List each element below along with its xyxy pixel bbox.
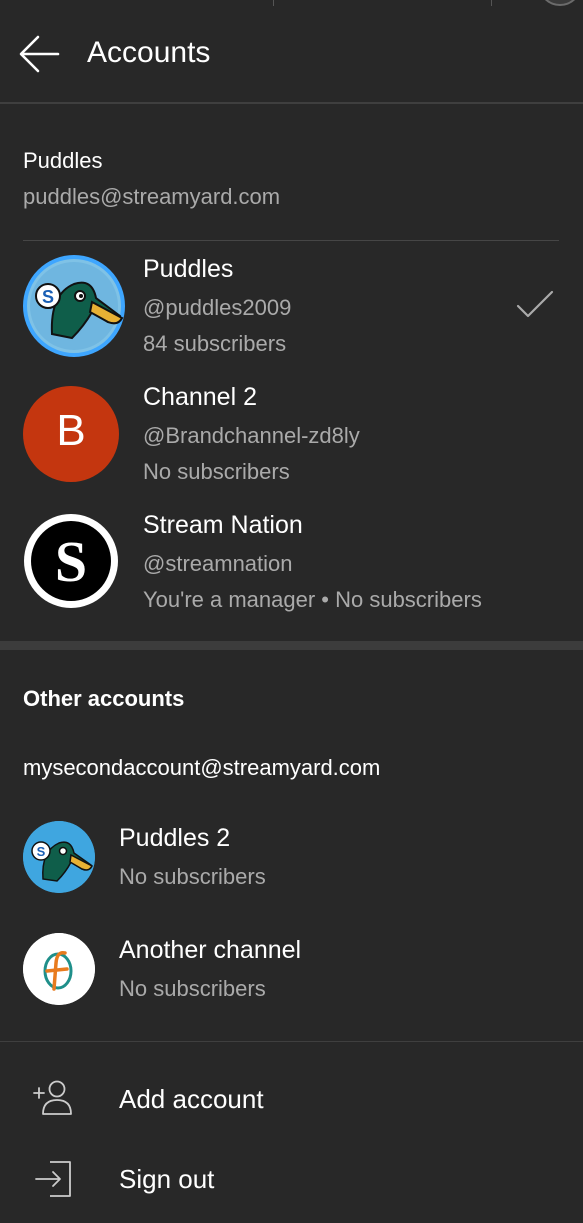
page-title: Accounts <box>87 36 211 69</box>
back-button[interactable] <box>18 34 60 74</box>
avatar-letter: B <box>56 406 86 455</box>
avatar: B <box>23 386 119 482</box>
channel-handle: @puddles2009 <box>143 295 292 320</box>
subscriber-count: No subscribers <box>119 864 266 889</box>
avatar: S <box>22 254 126 358</box>
subscriber-count: No subscribers <box>119 976 266 1001</box>
account-email: puddles@streamyard.com <box>23 184 281 209</box>
sign-out-button[interactable]: Sign out <box>0 1144 583 1214</box>
account-name: Puddles <box>23 148 103 173</box>
channel-name: Puddles <box>143 255 234 283</box>
add-person-icon <box>32 1078 76 1118</box>
avatar: S <box>23 821 95 893</box>
app-header: Accounts <box>0 0 583 104</box>
duck-logo-icon: S <box>23 255 125 357</box>
section-heading: Other accounts <box>23 686 185 711</box>
avatar: S <box>23 513 119 609</box>
section-divider <box>0 641 583 650</box>
channel-name: Another channel <box>119 936 302 964</box>
channel-item-puddles-2[interactable]: S Puddles 2 No subscribers <box>0 816 583 910</box>
arrow-left-icon <box>19 35 60 73</box>
add-account-button[interactable]: Add account <box>0 1064 583 1134</box>
channel-item-channel-2[interactable]: B Channel 2 @Brandchannel-zd8ly No subsc… <box>0 373 583 491</box>
channel-item-puddles[interactable]: S Puddles @puddles2009 84 subscribers <box>0 245 583 363</box>
divider <box>0 1041 583 1042</box>
checkmark-icon <box>516 290 554 320</box>
add-account-label: Add account <box>119 1084 264 1114</box>
svg-text:S: S <box>42 287 54 307</box>
sign-out-label: Sign out <box>119 1164 215 1194</box>
subscriber-count: You're a manager • No subscribers <box>143 587 482 612</box>
avatar-letter: S <box>55 529 87 594</box>
avatar <box>538 0 582 6</box>
channel-handle: @Brandchannel-zd8ly <box>143 423 360 448</box>
channel-item-stream-nation[interactable]: S Stream Nation @streamnation You're a m… <box>0 501 583 619</box>
divider <box>23 240 559 241</box>
avatar <box>23 933 95 1005</box>
header-divider-tick <box>273 0 274 6</box>
channel-name: Channel 2 <box>143 383 257 411</box>
header-divider <box>0 102 583 104</box>
account-email: mysecondaccount@streamyard.com <box>23 755 381 780</box>
sign-out-icon <box>32 1160 76 1200</box>
duck-logo-icon: S <box>23 821 95 893</box>
stream-nation-logo-icon: S <box>24 514 118 608</box>
channel-item-another-channel[interactable]: Another channel No subscribers <box>0 928 583 1022</box>
f-logo-icon <box>23 933 95 1005</box>
svg-text:S: S <box>37 844 46 859</box>
channel-name: Puddles 2 <box>119 824 231 852</box>
channel-name: Stream Nation <box>143 511 303 539</box>
header-divider-tick <box>491 0 492 6</box>
channel-handle: @streamnation <box>143 551 293 576</box>
subscriber-count: No subscribers <box>143 459 290 484</box>
subscriber-count: 84 subscribers <box>143 331 287 356</box>
